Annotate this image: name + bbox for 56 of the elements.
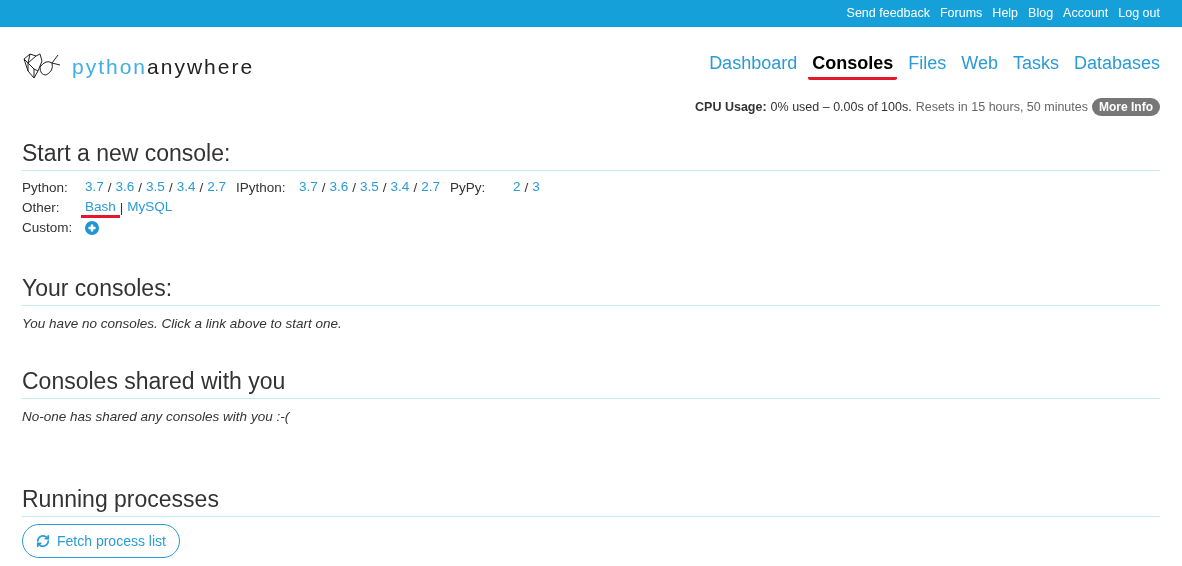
nav-tab[interactable]: Dashboard — [705, 52, 802, 80]
more-info-button[interactable]: More Info — [1092, 98, 1160, 117]
console-link[interactable]: 3.6 — [325, 177, 353, 198]
console-link[interactable]: 3.6 — [111, 177, 139, 198]
console-link[interactable]: 3.4 — [172, 177, 200, 198]
nav-tab[interactable]: Consoles — [808, 52, 898, 80]
link-separator: | — [119, 198, 124, 217]
top-link[interactable]: Send feedback — [846, 4, 930, 23]
top-link[interactable]: Blog — [1028, 4, 1054, 23]
link-separator: / — [321, 178, 326, 197]
console-link[interactable]: MySQL — [123, 197, 177, 218]
console-type-label: IPython: — [235, 178, 287, 197]
section-heading: Running processes — [22, 485, 219, 514]
section-heading: Start a new console: — [22, 138, 231, 167]
console-link[interactable]: Bash — [81, 197, 120, 218]
logo-text: anywhere — [147, 54, 255, 78]
link-separator: / — [413, 178, 418, 197]
console-type-label: Other: — [22, 198, 61, 217]
console-link[interactable]: 3.5 — [142, 177, 169, 198]
link-separator: / — [168, 178, 173, 197]
refresh-icon — [36, 534, 50, 549]
cpu-usage: 0% used – 0.00s of 100s. — [770, 99, 912, 116]
link-separator: / — [352, 178, 357, 197]
top-link[interactable]: Help — [992, 4, 1019, 23]
console-link[interactable]: 2.7 — [203, 177, 230, 198]
add-icon[interactable] — [85, 220, 99, 235]
console-link[interactable]: 3 — [528, 177, 544, 198]
console-link[interactable]: 3.7 — [294, 177, 322, 198]
top-link[interactable]: Forums — [940, 4, 983, 23]
link-separator: / — [107, 178, 112, 197]
cpu-label: CPU Usage: — [695, 99, 767, 116]
link-separator: / — [382, 178, 387, 197]
console-link[interactable]: 3.4 — [386, 177, 414, 198]
console-link[interactable]: 3.5 — [356, 177, 383, 198]
top-link[interactable]: Log out — [1118, 4, 1160, 23]
empty-message: You have no consoles. Click a link above to start one. — [22, 314, 343, 333]
empty-message: No-one has shared any consoles with you :-( — [22, 408, 291, 426]
console-link[interactable]: 3.7 — [81, 177, 108, 198]
section-heading: Your consoles: — [22, 273, 173, 302]
nav-tab[interactable]: Web — [957, 52, 1002, 80]
console-type-label: PyPy: — [449, 178, 487, 197]
section-heading: Consoles shared with you — [22, 367, 286, 395]
nav-tab[interactable]: Tasks — [1008, 52, 1063, 80]
logo-text: python — [72, 54, 148, 78]
console-type-label: Python: — [22, 178, 69, 197]
link-separator: / — [199, 178, 204, 197]
console-link[interactable]: 2.7 — [417, 177, 444, 198]
logo-icon — [22, 51, 62, 81]
cpu-resets: Resets in 15 hours, 50 minutes — [915, 99, 1088, 116]
link-separator: / — [138, 178, 143, 197]
nav-tab[interactable]: Files — [904, 52, 951, 80]
nav-tab[interactable]: Databases — [1069, 52, 1164, 80]
console-link[interactable]: 2 — [508, 177, 525, 198]
console-type-label: Custom: — [22, 218, 74, 237]
top-link[interactable]: Account — [1063, 4, 1109, 23]
link-separator: / — [524, 178, 529, 197]
